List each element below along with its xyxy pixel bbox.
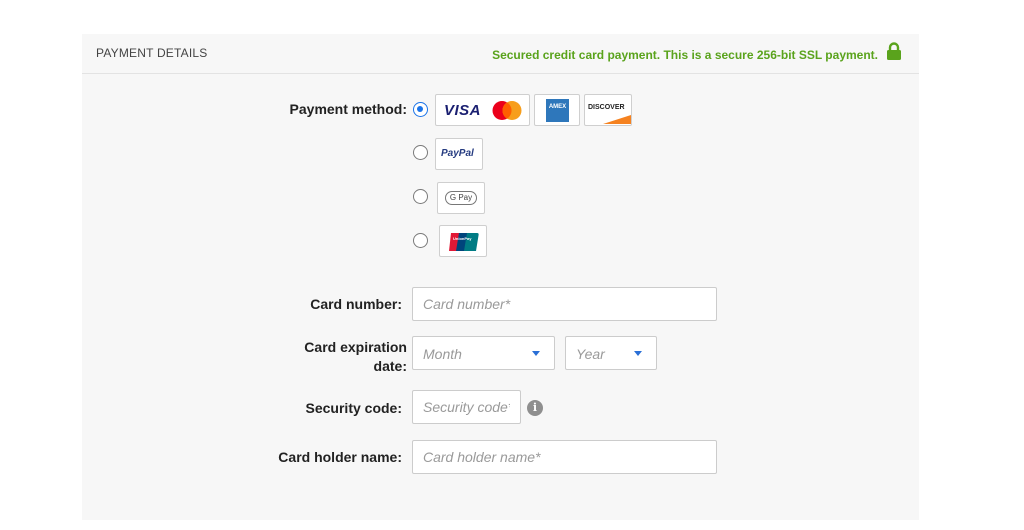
- google-pay-logo: G Pay: [445, 191, 477, 205]
- year-select-value: Year: [576, 346, 605, 362]
- radio-unionpay[interactable]: [413, 233, 428, 248]
- discover-stripe: [603, 115, 631, 124]
- panel-header: PAYMENT DETAILS Secured credit card paym…: [82, 34, 919, 74]
- security-code-label: Security code:: [305, 400, 402, 416]
- card-expiration-label: Card expiration date:: [304, 339, 407, 374]
- month-select-value: Month: [423, 346, 462, 362]
- security-code-input[interactable]: [412, 390, 521, 424]
- card-holder-name-input[interactable]: [412, 440, 717, 474]
- discover-logo: DISCOVER: [588, 104, 625, 111]
- amex-logo: AMEX: [546, 99, 569, 122]
- card-number-label: Card number:: [310, 296, 402, 312]
- chevron-down-icon: [532, 351, 540, 356]
- radio-google-pay[interactable]: [413, 189, 428, 204]
- card-holder-name-label: Card holder name:: [278, 449, 402, 465]
- card-number-input[interactable]: [412, 287, 717, 321]
- unionpay-logo-button[interactable]: UnionPay: [439, 225, 487, 257]
- paypal-logo: PayPal: [441, 148, 474, 159]
- expiration-year-select[interactable]: Year: [565, 336, 657, 370]
- secure-payment-text: Secured credit card payment. This is a s…: [492, 48, 878, 62]
- visa-mastercard-logo-button[interactable]: VISA: [435, 94, 530, 126]
- amex-logo-button[interactable]: AMEX: [534, 94, 580, 126]
- chevron-down-icon: [634, 351, 642, 356]
- payment-method-label: Payment method:: [289, 101, 407, 117]
- panel-title: PAYMENT DETAILS: [96, 46, 208, 60]
- info-icon[interactable]: i: [527, 400, 543, 416]
- visa-logo: VISA: [444, 102, 482, 119]
- google-pay-logo-button[interactable]: G Pay: [437, 182, 485, 214]
- paypal-logo-button[interactable]: PayPal: [435, 138, 483, 170]
- lock-icon: [887, 42, 901, 60]
- radio-paypal[interactable]: [413, 145, 428, 160]
- discover-logo-button[interactable]: DISCOVER: [584, 94, 632, 126]
- expiration-month-select[interactable]: Month: [412, 336, 555, 370]
- mastercard-logo: [492, 101, 522, 120]
- radio-credit-card[interactable]: [413, 102, 428, 117]
